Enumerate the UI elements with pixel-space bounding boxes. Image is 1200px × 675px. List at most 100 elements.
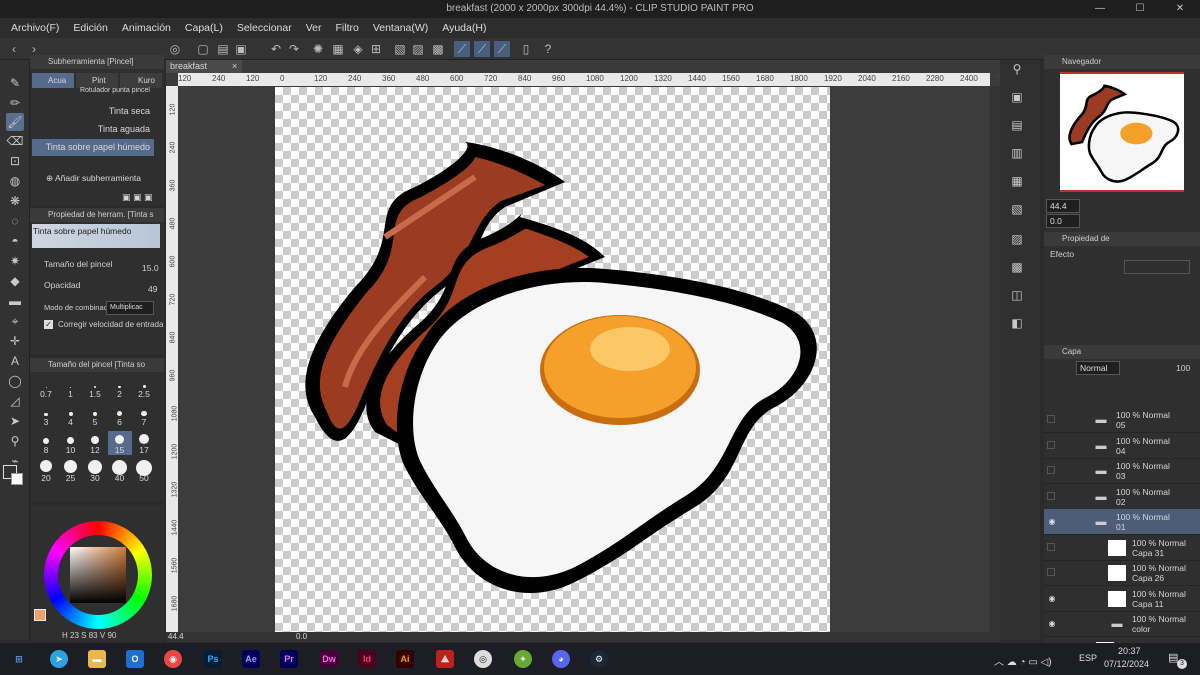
zoom-tool-icon[interactable]: ⚲ — [6, 432, 24, 450]
maximize-button[interactable]: ☐ — [1120, 0, 1160, 18]
brush-size-cell[interactable]: 40 — [108, 459, 132, 483]
transform-icon[interactable]: ◈ — [350, 41, 366, 57]
brush-size-cell[interactable]: 1 — [59, 375, 83, 399]
tab-pint[interactable]: Pint — [76, 73, 118, 88]
blend-tool-icon[interactable]: ◍ — [6, 172, 24, 190]
add-subtool-button[interactable]: ⊕ Añadir subherramienta — [46, 173, 141, 184]
brush-size-cell[interactable]: 6 — [108, 403, 132, 427]
eye-icon[interactable]: ◉ — [1047, 594, 1057, 603]
brush-size-cell[interactable]: 1.5 — [83, 375, 107, 399]
canvas-paper[interactable] — [275, 87, 830, 633]
discord-icon[interactable]: ◕ — [552, 650, 570, 668]
help-icon[interactable]: ? — [540, 41, 556, 57]
lasso-tool-icon[interactable]: ◌ — [6, 212, 24, 230]
brush-size-cell[interactable]: 8 — [34, 431, 58, 455]
layer-row[interactable]: 100 % Normal Capa 31 — [1044, 535, 1200, 561]
brush-size-cell[interactable]: 2 — [108, 375, 132, 399]
brush-size-cell[interactable]: 5 — [83, 403, 107, 427]
visibility-checkbox[interactable] — [1047, 466, 1055, 474]
layer-row[interactable]: ◉ ▬ 100 % Normal color — [1044, 611, 1200, 637]
layer-row[interactable]: ▬ 100 % Normal 04 — [1044, 433, 1200, 459]
fill-icon[interactable]: ▦ — [330, 41, 346, 57]
smartphone-icon[interactable]: ▯ — [518, 41, 534, 57]
blend-mode-select[interactable]: Multiplicac — [106, 301, 154, 315]
brush-tinta-aguada[interactable]: Tinta aguada — [32, 121, 154, 138]
close-button[interactable]: ✕ — [1160, 0, 1200, 18]
menu-capa[interactable]: Capa(L) — [178, 18, 230, 38]
menu-seleccionar[interactable]: Seleccionar — [230, 18, 299, 38]
new-file-icon[interactable]: ▢ — [195, 41, 211, 57]
after-effects-icon[interactable]: Ae — [242, 650, 260, 668]
eraser-tool-icon[interactable]: ⌫ — [6, 132, 24, 150]
layer-row[interactable]: ◉ 100 % Normal Capa 11 — [1044, 586, 1200, 612]
brush-size-value[interactable]: 15.0 — [142, 263, 159, 273]
layer-blend-select[interactable]: Normal — [1076, 361, 1120, 375]
visibility-checkbox[interactable] — [1047, 440, 1055, 449]
open-file-icon[interactable]: ▤ — [215, 41, 231, 57]
brush-tinta-seca[interactable]: Tinta seca — [32, 103, 154, 120]
brush-size-cell[interactable]: 10 — [59, 431, 83, 455]
arrows-left-icon[interactable]: ‹ — [6, 41, 22, 57]
eye-icon[interactable]: ◉ — [1047, 619, 1057, 628]
clip-studio-taskbar-icon[interactable]: ◎ — [474, 650, 492, 668]
brush-tool-icon[interactable]: 🖌 — [6, 113, 24, 131]
tray-icons[interactable]: ︿ ☁ ◔ ▭ ◁) — [994, 653, 1052, 668]
material-6-icon[interactable]: ▨ — [1008, 230, 1026, 248]
acrobat-icon[interactable]: ⟁ — [436, 650, 454, 668]
text-tool-icon[interactable]: A — [6, 352, 24, 370]
layer-row[interactable]: 100 % Normal Capa 26 — [1044, 560, 1200, 586]
brush-size-cell[interactable]: 25 — [59, 459, 83, 483]
brush-size-cell[interactable]: 12 — [83, 431, 107, 455]
visibility-checkbox[interactable] — [1047, 542, 1055, 551]
effect-tool-icon[interactable]: ✷ — [6, 252, 24, 270]
menu-ventana[interactable]: Ventana(W) — [366, 18, 435, 38]
pencil-tool-icon[interactable]: ✏ — [6, 94, 24, 112]
visibility-checkbox[interactable] — [1047, 491, 1055, 500]
navigator-angle[interactable]: 0.0 — [1046, 214, 1080, 228]
fill-tool-icon[interactable]: ◆ — [6, 272, 24, 290]
navigator-zoom[interactable]: 44.4 — [1046, 199, 1080, 213]
layer-row[interactable]: ◉ ▬ 100 % Normal 01 — [1044, 509, 1200, 535]
minimize-button[interactable]: — — [1080, 0, 1120, 18]
layer-row[interactable]: ▬ 100 % Normal 05 — [1044, 407, 1200, 433]
stabilize-3-icon[interactable]: ⟋ — [494, 41, 510, 57]
telegram-icon[interactable]: ➤ — [50, 650, 68, 668]
menu-animacion[interactable]: Animación — [115, 18, 178, 38]
premiere-icon[interactable]: Pr — [280, 650, 298, 668]
menu-filtro[interactable]: Filtro — [328, 18, 365, 38]
redo-icon[interactable]: ↷ — [286, 41, 302, 57]
dreamweaver-icon[interactable]: Dw — [320, 650, 338, 668]
brush-size-cell[interactable]: 50 — [132, 459, 156, 483]
steam-icon[interactable]: ⚙ — [590, 650, 608, 668]
brush-size-cell[interactable]: 7 — [132, 403, 156, 427]
search-icon[interactable]: ⚲ — [1008, 60, 1026, 78]
gradient-tool-icon[interactable]: ▬ — [6, 292, 24, 310]
snap-ruler-icon[interactable]: ▩ — [430, 41, 446, 57]
stabilize-2-icon[interactable]: ⟋ — [474, 41, 490, 57]
effect-buttons[interactable] — [1124, 260, 1190, 274]
photoshop-icon[interactable]: Ps — [204, 650, 222, 668]
pen-tool-icon[interactable]: ✎ — [6, 74, 24, 92]
vertical-scrollbar[interactable] — [990, 86, 1000, 632]
ruler-tool-icon[interactable]: ◿ — [6, 392, 24, 410]
stamp-tool-icon[interactable]: ◓ — [6, 232, 24, 250]
brush-size-cell[interactable]: 2.5 — [132, 375, 156, 399]
save-icon[interactable]: ▣ — [233, 41, 249, 57]
snap-grid-icon[interactable]: ▨ — [410, 41, 426, 57]
material-3-icon[interactable]: ▥ — [1008, 144, 1026, 162]
layer-row[interactable]: ▬ 100 % Normal 02 — [1044, 484, 1200, 510]
menu-ayuda[interactable]: Ayuda(H) — [435, 18, 493, 38]
clock-date[interactable]: 07/12/2024 — [1104, 659, 1149, 669]
material-9-icon[interactable]: ◧ — [1008, 314, 1026, 332]
brush-size-cell[interactable]: 30 — [83, 459, 107, 483]
indesign-icon[interactable]: Id — [358, 650, 376, 668]
object-tool-icon[interactable]: ⌖ — [6, 312, 24, 330]
opacity-value[interactable]: 49 — [148, 284, 157, 294]
saturation-value-square[interactable] — [70, 547, 126, 603]
app-icon[interactable]: ✦ — [514, 650, 532, 668]
material-4-icon[interactable]: ▦ — [1008, 172, 1026, 190]
file-explorer-icon[interactable]: ▬ — [88, 650, 106, 668]
material-7-icon[interactable]: ▩ — [1008, 258, 1026, 276]
windows-start-icon[interactable]: ⊞ — [10, 650, 28, 668]
decoration-tool-icon[interactable]: ❋ — [6, 192, 24, 210]
